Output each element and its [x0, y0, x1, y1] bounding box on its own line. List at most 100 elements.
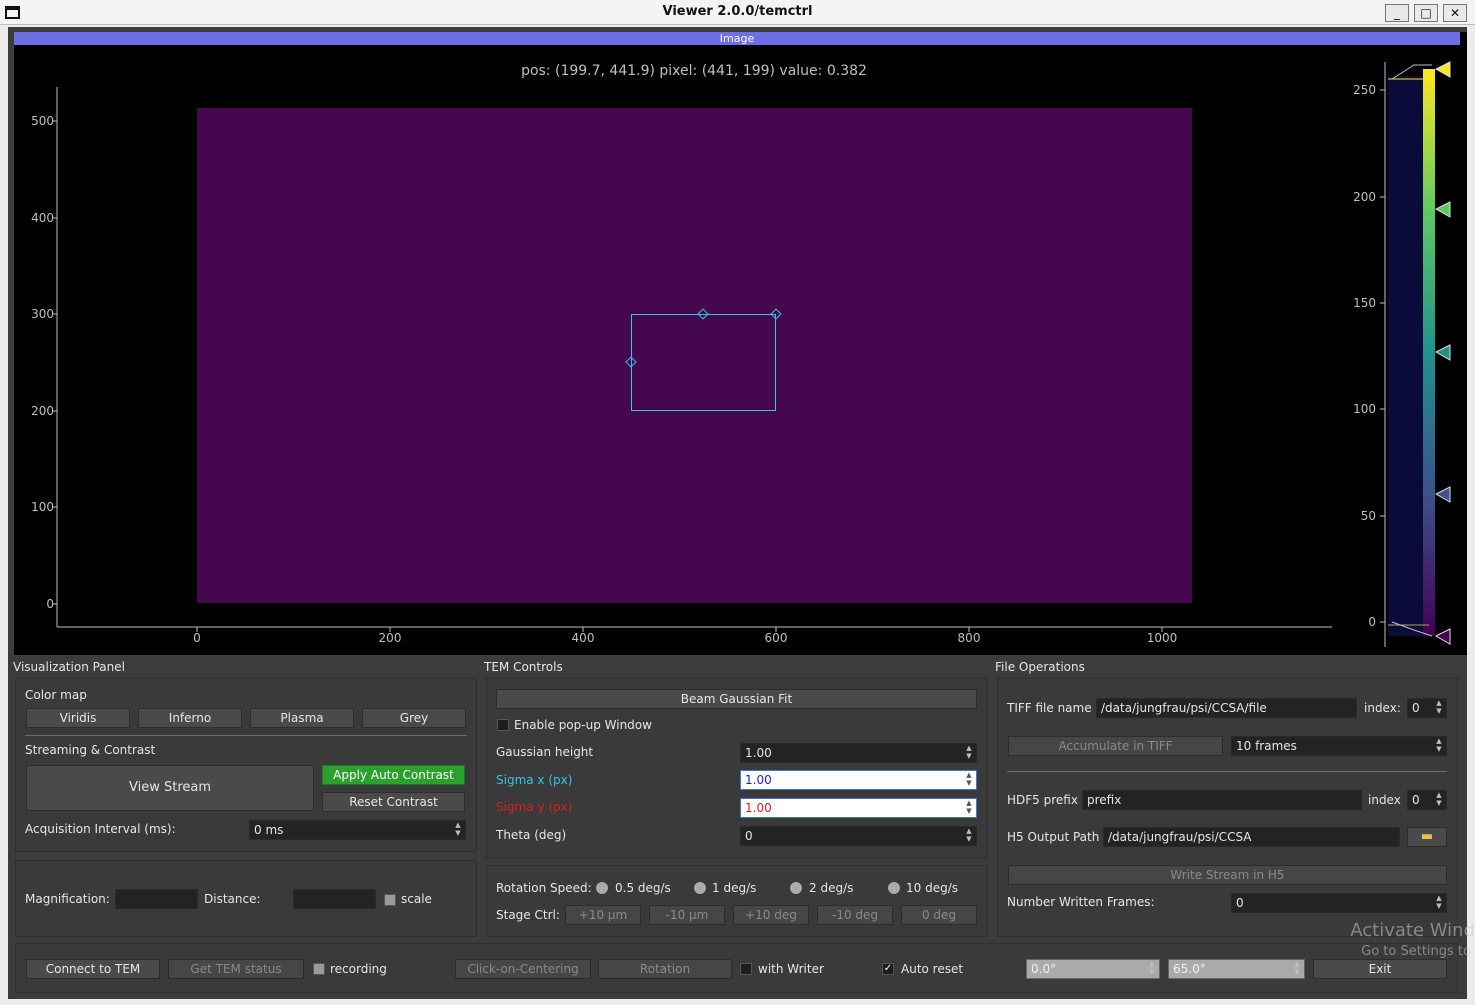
- speed-radio-1[interactable]: [694, 882, 706, 894]
- hdf5-index-input[interactable]: 0 ▲ ▼: [1407, 790, 1447, 810]
- sigma-x-value: 1.00: [745, 773, 772, 787]
- minimize-button[interactable]: _: [1385, 4, 1409, 22]
- x-tick-800: 800: [957, 631, 981, 645]
- rotation-group: [486, 865, 988, 937]
- maximize-button[interactable]: □: [1414, 4, 1438, 22]
- frames-select[interactable]: 10 frames ▲ ▼: [1231, 736, 1447, 756]
- write-stream-h5-button[interactable]: Write Stream in H5: [1008, 865, 1447, 885]
- get-tem-status-button[interactable]: Get TEM status: [168, 959, 304, 979]
- y-tick-200: 200: [31, 404, 54, 418]
- gaussian-height-value: 1.00: [745, 746, 772, 760]
- x-tick-600: 600: [764, 631, 788, 645]
- stage-minus-10um-button[interactable]: -10 µm: [649, 905, 725, 925]
- spin-arrows-icon[interactable]: ▲ ▼: [1146, 960, 1158, 978]
- tiff-filename-input[interactable]: /data/jungfrau/psi/CCSA/file: [1096, 698, 1357, 718]
- exit-button[interactable]: Exit: [1313, 959, 1447, 979]
- tiff-index-label: index:: [1364, 701, 1401, 715]
- spin-arrows-icon[interactable]: ▲ ▼: [1433, 699, 1445, 717]
- inferno-button[interactable]: Inferno: [138, 708, 242, 728]
- gaussian-height-input[interactable]: 1.00 ▲ ▼: [740, 743, 977, 763]
- sigma-y-input[interactable]: 1.00 ▲ ▼: [740, 798, 977, 818]
- spin-arrows-icon[interactable]: ▲ ▼: [963, 827, 975, 845]
- rotation-speed-label: Rotation Speed:: [496, 881, 592, 895]
- view-stream-button[interactable]: View Stream: [26, 765, 314, 811]
- speed-label-0-5: 0.5 deg/s: [615, 881, 671, 895]
- auto-reset-label: Auto reset: [901, 962, 964, 976]
- x-tick-200: 200: [378, 631, 402, 645]
- speed-radio-0-5[interactable]: [596, 882, 608, 894]
- hdf5-prefix-input[interactable]: prefix: [1082, 790, 1362, 810]
- spin-arrows-icon[interactable]: ▲ ▼: [963, 799, 975, 817]
- colormap-label: Color map: [25, 688, 87, 702]
- angle-start-value: 0.0°: [1031, 962, 1057, 976]
- y-tick-300: 300: [31, 307, 54, 321]
- spin-arrows-icon[interactable]: ▲ ▼: [963, 771, 975, 789]
- magnification-label: Magnification:: [25, 892, 110, 906]
- x-tick-0: 0: [193, 631, 201, 645]
- rotation-button[interactable]: Rotation: [598, 959, 732, 979]
- colorbar-tick-150: 150: [1353, 296, 1376, 310]
- angle-start-input[interactable]: 0.0° ▲ ▼: [1026, 959, 1160, 979]
- tem-controls-title: TEM Controls: [484, 660, 563, 674]
- frames-value: 10 frames: [1236, 739, 1297, 753]
- sigma-x-input[interactable]: 1.00 ▲ ▼: [740, 770, 977, 790]
- theta-value: 0: [745, 829, 753, 843]
- colorbar-tick-200: 200: [1353, 190, 1376, 204]
- tiff-index-input[interactable]: 0 ▲ ▼: [1407, 698, 1447, 718]
- spin-arrows-icon[interactable]: ▲ ▼: [963, 744, 975, 762]
- click-on-centering-button[interactable]: Click-on-Centering: [455, 959, 591, 979]
- spin-arrows-icon[interactable]: ▲ ▼: [452, 821, 464, 839]
- auto-reset-checkbox[interactable]: ✓: [882, 963, 894, 975]
- recording-checkbox[interactable]: [313, 963, 325, 975]
- grey-button[interactable]: Grey: [362, 708, 466, 728]
- folder-browse-button[interactable]: ▬: [1407, 827, 1447, 847]
- with-writer-label: with Writer: [758, 962, 824, 976]
- stage-0deg-button[interactable]: 0 deg: [901, 905, 977, 925]
- tiff-index-value: 0: [1412, 701, 1420, 715]
- recording-label: recording: [330, 962, 387, 976]
- stage-minus-10deg-button[interactable]: -10 deg: [817, 905, 893, 925]
- separator: [1007, 771, 1447, 772]
- roi-rectangle[interactable]: [631, 314, 776, 411]
- x-tick-1000: 1000: [1146, 631, 1178, 645]
- spin-arrows-icon[interactable]: ▲ ▼: [1291, 960, 1303, 978]
- stage-ctrl-label: Stage Ctrl:: [496, 908, 560, 922]
- stage-plus-10deg-button[interactable]: +10 deg: [733, 905, 809, 925]
- speed-label-1: 1 deg/s: [712, 881, 757, 895]
- spin-arrows-icon[interactable]: ▲ ▼: [1433, 791, 1445, 809]
- image-plot[interactable]: Image pos: (199.7, 441.9) pixel: (441, 1…: [14, 32, 1467, 655]
- with-writer-checkbox[interactable]: [740, 963, 752, 975]
- window-title: Viewer 2.0.0/temctrl: [662, 4, 813, 19]
- reset-contrast-button[interactable]: Reset Contrast: [322, 792, 465, 812]
- speed-radio-2[interactable]: [790, 882, 802, 894]
- popup-window-checkbox[interactable]: [497, 719, 509, 731]
- distance-label: Distance:: [204, 892, 261, 906]
- folder-icon: ▬: [1420, 829, 1434, 844]
- colorbar-tick-0: 0: [1368, 615, 1376, 629]
- accumulate-tiff-button[interactable]: Accumulate in TIFF: [1008, 736, 1223, 756]
- viridis-button[interactable]: Viridis: [26, 708, 130, 728]
- apply-auto-contrast-button[interactable]: Apply Auto Contrast: [322, 765, 465, 785]
- visualization-panel-title: Visualization Panel: [13, 660, 125, 674]
- distance-field: [293, 889, 376, 909]
- colorbar-tick-100: 100: [1353, 402, 1376, 416]
- beam-gaussian-fit-button[interactable]: Beam Gaussian Fit: [496, 689, 977, 709]
- acquisition-interval-input[interactable]: 0 ms ▲ ▼: [249, 820, 466, 840]
- plasma-button[interactable]: Plasma: [250, 708, 354, 728]
- angle-end-input[interactable]: 65.0° ▲ ▼: [1168, 959, 1305, 979]
- x-tick-400: 400: [571, 631, 595, 645]
- scale-checkbox[interactable]: [384, 894, 396, 906]
- y-tick-400: 400: [31, 211, 54, 225]
- theta-input[interactable]: 0 ▲ ▼: [740, 826, 977, 846]
- spin-arrows-icon[interactable]: ▲ ▼: [1433, 737, 1445, 755]
- sigma-y-label: Sigma y (px): [496, 800, 573, 814]
- speed-radio-10[interactable]: [888, 882, 900, 894]
- magnification-field: [115, 889, 198, 909]
- angle-end-value: 65.0°: [1173, 962, 1206, 976]
- close-button[interactable]: ✕: [1443, 4, 1467, 22]
- popup-window-label: Enable pop-up Window: [514, 718, 652, 732]
- stage-plus-10um-button[interactable]: +10 µm: [565, 905, 641, 925]
- hdf5-prefix-label: HDF5 prefix: [1007, 793, 1078, 807]
- h5-output-path-input[interactable]: /data/jungfrau/psi/CCSA: [1103, 827, 1400, 847]
- connect-tem-button[interactable]: Connect to TEM: [26, 959, 160, 979]
